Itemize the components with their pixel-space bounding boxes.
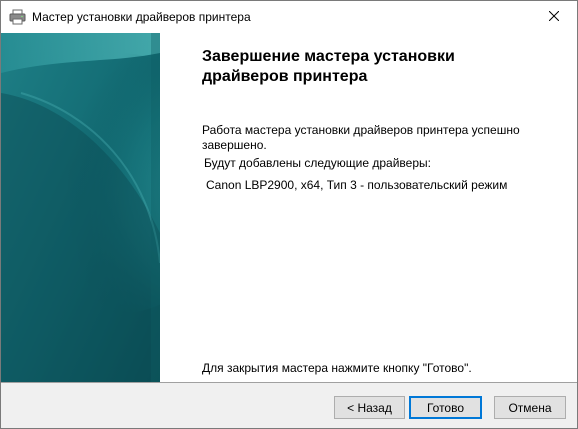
page-title: Завершение мастера установки драйверов п… <box>202 47 562 87</box>
page-title-line-1: Завершение мастера установки <box>202 48 455 65</box>
cancel-button[interactable]: Отмена <box>494 396 566 419</box>
closing-hint: Для закрытия мастера нажмите кнопку "Гот… <box>202 361 472 375</box>
button-bar: < Назад Готово Отмена <box>1 383 577 428</box>
wizard-content: Завершение мастера установки драйверов п… <box>160 33 577 382</box>
wizard-window: Мастер установки драйверов принтера Заве… <box>0 0 578 429</box>
window-title: Мастер установки драйверов принтера <box>32 10 251 24</box>
back-button[interactable]: < Назад <box>334 396 405 419</box>
wizard-banner-image <box>1 33 160 382</box>
drivers-intro: Будут добавлены следующие драйверы: <box>204 156 431 170</box>
printer-icon <box>9 9 26 25</box>
page-title-line-2: драйверов принтера <box>202 68 368 85</box>
title-bar: Мастер установки драйверов принтера <box>1 1 577 33</box>
success-message: Работа мастера установки драйверов принт… <box>202 123 520 152</box>
close-button[interactable] <box>531 1 577 32</box>
close-icon <box>548 8 560 26</box>
finish-button[interactable]: Готово <box>409 396 482 419</box>
driver-list-item: Canon LBP2900, x64, Тип 3 - пользователь… <box>206 178 508 192</box>
